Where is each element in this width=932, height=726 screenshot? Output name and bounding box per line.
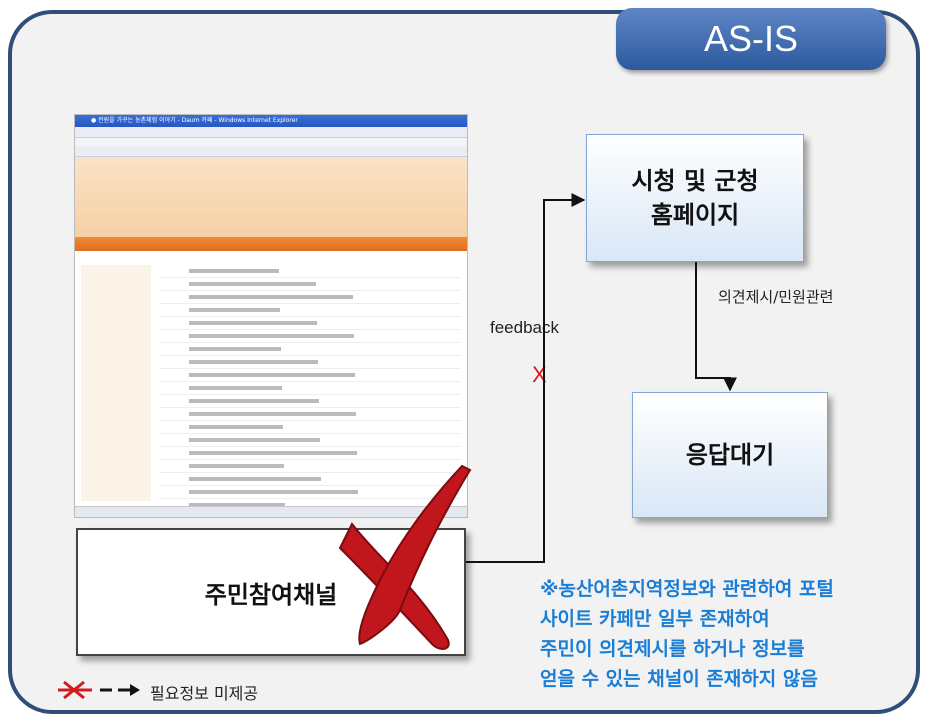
opinion-arrow [695,262,737,392]
connector-overlay [58,193,737,700]
feedback-arrow [466,193,586,563]
red-x-icon [338,464,472,650]
legend-icon [58,680,140,700]
